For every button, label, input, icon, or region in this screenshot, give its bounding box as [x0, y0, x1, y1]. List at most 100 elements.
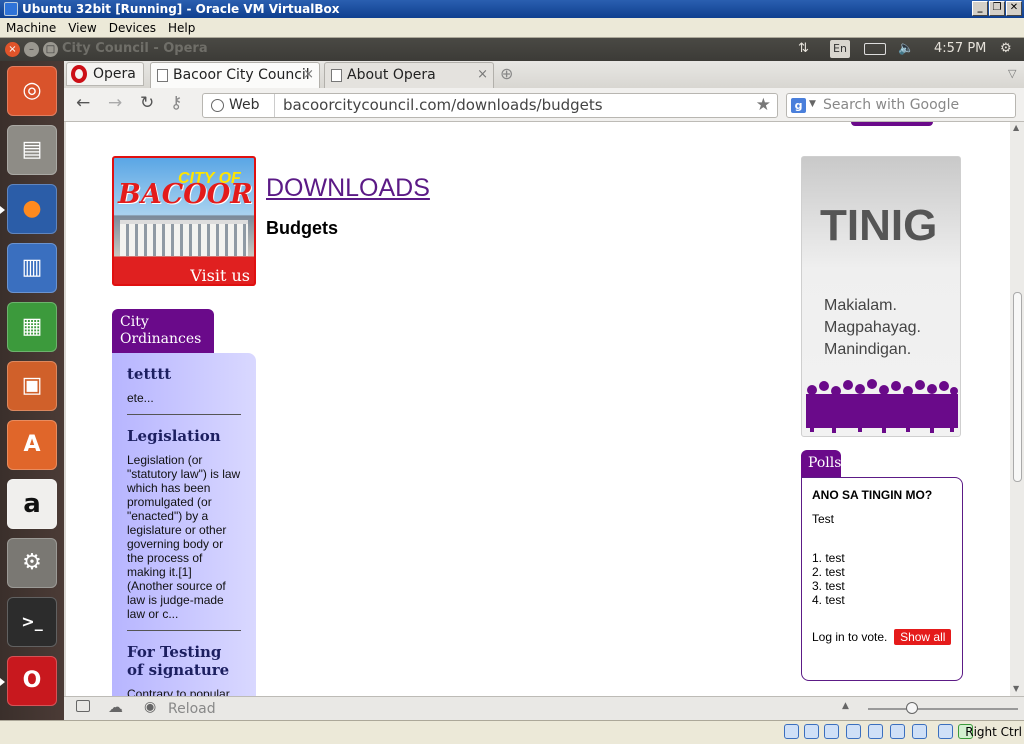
usb-icon[interactable]: [912, 724, 927, 739]
polls-tab[interactable]: Polls: [801, 450, 841, 478]
scrollbar-thumb[interactable]: [1013, 292, 1022, 482]
close-button[interactable]: ✕: [1006, 1, 1022, 16]
window-close-icon[interactable]: ×: [5, 42, 20, 57]
opera-launcher-icon[interactable]: O: [7, 656, 57, 706]
unity-launcher: ◎ ▤ ● ▥ ▦ ▣ A a ⚙ >_ O: [0, 61, 64, 720]
ordinance-title[interactable]: tetttt: [127, 365, 241, 383]
network-icon[interactable]: [846, 724, 861, 739]
zoom-slider[interactable]: [868, 708, 1018, 710]
zoom-up-icon[interactable]: ▲: [842, 701, 849, 711]
ordinance-excerpt: Legislation (or "statutory law") is law …: [127, 453, 241, 621]
shared-folders-icon[interactable]: [868, 724, 883, 739]
hard-disk-icon[interactable]: [784, 724, 799, 739]
vbox-title-bar: Ubuntu 32bit [Running] - Oracle VM Virtu…: [0, 0, 1024, 18]
opera-menu-label: Opera: [93, 66, 136, 82]
menu-devices[interactable]: Devices: [103, 18, 162, 38]
software-center-icon[interactable]: A: [7, 420, 57, 470]
ubuntu-top-panel: × – □ City Council - Opera ⇅ En 🔈 4:57 P…: [0, 38, 1024, 61]
gear-icon[interactable]: ⚙: [1000, 41, 1012, 56]
crowd-silhouette-icon: [806, 379, 958, 433]
visit-us-label[interactable]: Visit us: [190, 266, 250, 284]
cloud-icon[interactable]: ☁: [108, 698, 123, 716]
virtualbox-icon: [4, 2, 18, 16]
google-icon[interactable]: g: [791, 98, 806, 113]
address-prefix[interactable]: Web: [203, 94, 275, 117]
search-engine-chevron-icon[interactable]: ▼: [809, 99, 816, 109]
ordinances-list: tetttt ete... Legislation Legislation (o…: [112, 353, 256, 696]
ordinance-excerpt: Contrary to popular: [127, 687, 230, 696]
divider: [127, 630, 241, 631]
reload-icon[interactable]: ↻: [140, 93, 154, 113]
menu-machine[interactable]: Machine: [0, 18, 62, 38]
login-to-vote-link[interactable]: Log in to vote.: [812, 630, 887, 644]
audio-icon[interactable]: [824, 724, 839, 739]
network-transfer-icon[interactable]: ⇅: [798, 41, 809, 56]
new-tab-icon[interactable]: ⊕: [500, 64, 513, 83]
back-icon[interactable]: ←: [76, 93, 90, 113]
mouse-integration-icon[interactable]: [938, 724, 953, 739]
tinig-banner[interactable]: TINIG Makialam. Magpahayag. Manindigan.: [801, 156, 961, 437]
clock[interactable]: 4:57 PM: [934, 41, 986, 56]
city-of-bacoor-banner[interactable]: CITY OF BACOOR Visit us: [112, 156, 256, 286]
system-settings-icon[interactable]: ⚙: [7, 538, 57, 588]
scroll-up-icon[interactable]: ▲: [1013, 123, 1019, 132]
keyboard-layout-indicator[interactable]: En: [830, 40, 850, 58]
tinig-slogan: Makialam. Magpahayag. Manindigan.: [824, 295, 921, 361]
forward-icon[interactable]: →: [108, 93, 122, 113]
opera-logo-icon: [71, 65, 87, 83]
bookmark-star-icon[interactable]: ★: [756, 95, 771, 115]
tinig-title: TINIG: [820, 201, 938, 250]
firefox-icon[interactable]: ●: [7, 184, 57, 234]
ordinance-title[interactable]: Legislation: [127, 427, 241, 445]
volume-icon[interactable]: 🔈: [898, 41, 914, 56]
ordinances-tab[interactable]: City Ordinances: [112, 309, 214, 353]
poll-widget: ANO SA TINGIN MO? Test 1. test 2. test 3…: [801, 477, 963, 681]
ordinance-title[interactable]: For Testing of signature: [127, 643, 241, 679]
opera-menu-button[interactable]: Opera: [66, 62, 144, 86]
display-icon[interactable]: [890, 724, 905, 739]
menu-help[interactable]: Help: [162, 18, 201, 38]
slogan-line: Manindigan.: [824, 341, 912, 358]
libreoffice-impress-icon[interactable]: ▣: [7, 361, 57, 411]
status-reload-label[interactable]: Reload: [168, 701, 216, 717]
url-text[interactable]: bacoorcitycouncil.com/downloads/budgets: [283, 94, 603, 117]
restore-button[interactable]: ❐: [989, 1, 1005, 16]
battery-icon[interactable]: [864, 43, 886, 55]
vbox-status-bar: Right Ctrl: [0, 720, 1024, 744]
key-icon[interactable]: ⚷: [170, 93, 182, 113]
libreoffice-writer-icon[interactable]: ▥: [7, 243, 57, 293]
page-title[interactable]: DOWNLOADS: [266, 174, 430, 203]
ubuntu-dash-icon[interactable]: ◎: [7, 66, 57, 116]
page-icon: [157, 69, 168, 82]
window-maximize-icon[interactable]: □: [43, 42, 58, 57]
minimize-button[interactable]: _: [972, 1, 988, 16]
tab-close-icon[interactable]: ×: [303, 63, 314, 87]
terminal-icon[interactable]: >_: [7, 597, 57, 647]
optical-drive-icon[interactable]: [804, 724, 819, 739]
address-bar[interactable]: Web bacoorcitycouncil.com/downloads/budg…: [202, 93, 778, 118]
menu-view[interactable]: View: [62, 18, 102, 38]
zoom-slider-knob[interactable]: [906, 702, 918, 714]
web-page: CITY OF BACOOR Visit us DOWNLOADS Budget…: [66, 122, 1010, 696]
amazon-icon[interactable]: a: [7, 479, 57, 529]
page-icon: [331, 69, 342, 82]
ordinance-excerpt: ete...: [127, 391, 154, 405]
files-icon[interactable]: ▤: [7, 125, 57, 175]
tab-close-icon[interactable]: ×: [477, 63, 488, 87]
libreoffice-calc-icon[interactable]: ▦: [7, 302, 57, 352]
panel-toggle-icon[interactable]: [76, 700, 90, 712]
tab-about-opera[interactable]: About Opera ×: [324, 62, 494, 88]
vertical-scrollbar[interactable]: ▲ ▼: [1010, 122, 1024, 696]
window-minimize-icon[interactable]: –: [24, 42, 39, 57]
tab-menu-chevron-icon[interactable]: ▽: [1008, 67, 1016, 80]
divider: [127, 414, 241, 415]
city-hall-image: [120, 220, 248, 256]
show-all-button[interactable]: Show all: [894, 629, 952, 645]
search-placeholder: Search with Google: [823, 97, 960, 113]
address-prefix-label: Web: [229, 97, 260, 113]
tab-bacoor-city-council[interactable]: Bacoor City Council ×: [150, 62, 320, 88]
scroll-down-icon[interactable]: ▼: [1013, 684, 1019, 693]
poll-option: 1. test: [812, 551, 845, 565]
speed-dial-icon[interactable]: ◉: [144, 699, 156, 715]
search-field[interactable]: g ▼ Search with Google: [786, 93, 1016, 118]
